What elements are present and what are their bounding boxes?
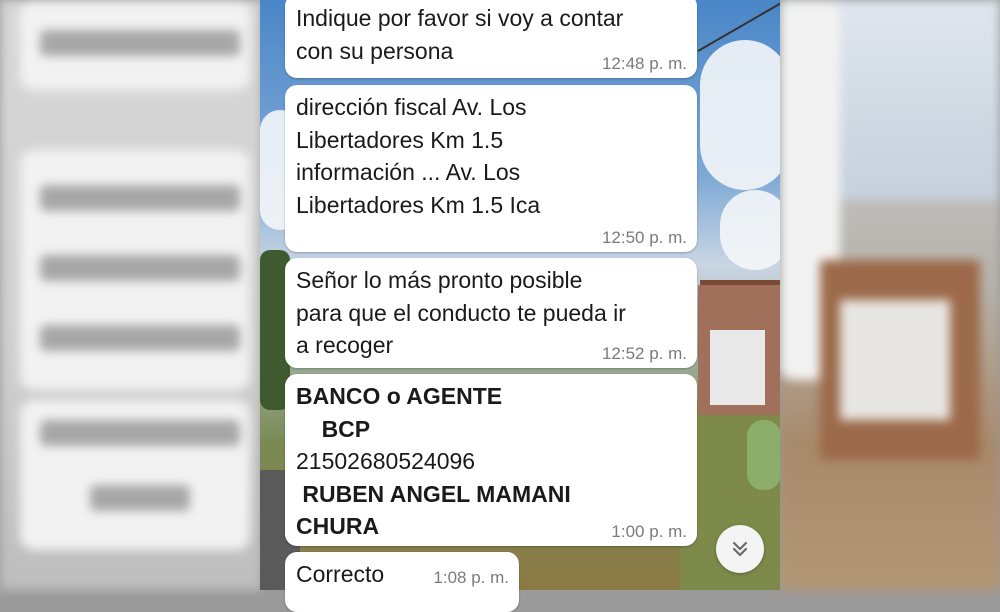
message-bubble[interactable]: dirección fiscal Av. Los Libertadores Km… — [285, 85, 697, 252]
scroll-to-bottom-button[interactable] — [716, 525, 764, 573]
double-chevron-down-icon — [732, 541, 748, 557]
message-bubble[interactable]: BANCO o AGENTE BCP 21502680524096 RUBEN … — [285, 374, 697, 546]
message-bubble[interactable]: Señor lo más pronto posible para que el … — [285, 258, 697, 368]
message-time: 12:52 p. m. — [601, 344, 687, 363]
message-time: 1:00 p. m. — [611, 522, 687, 541]
blurred-right-panel — [780, 0, 1000, 590]
message-bubble[interactable]: Correcto 1:08 p. m. — [285, 552, 519, 612]
message-text: dirección fiscal Av. Los Libertadores Km… — [296, 94, 541, 218]
message-time: 12:50 p. m. — [601, 228, 687, 247]
blurred-left-panel — [0, 0, 262, 590]
message-text: BANCO o AGENTE BCP 21502680524096 RUBEN … — [296, 383, 571, 539]
message-time: 12:48 p. m. — [601, 54, 687, 73]
message-time: 1:08 p. m. — [433, 568, 509, 587]
message-bubble[interactable]: Indique por favor si voy a contar con su… — [285, 0, 697, 78]
